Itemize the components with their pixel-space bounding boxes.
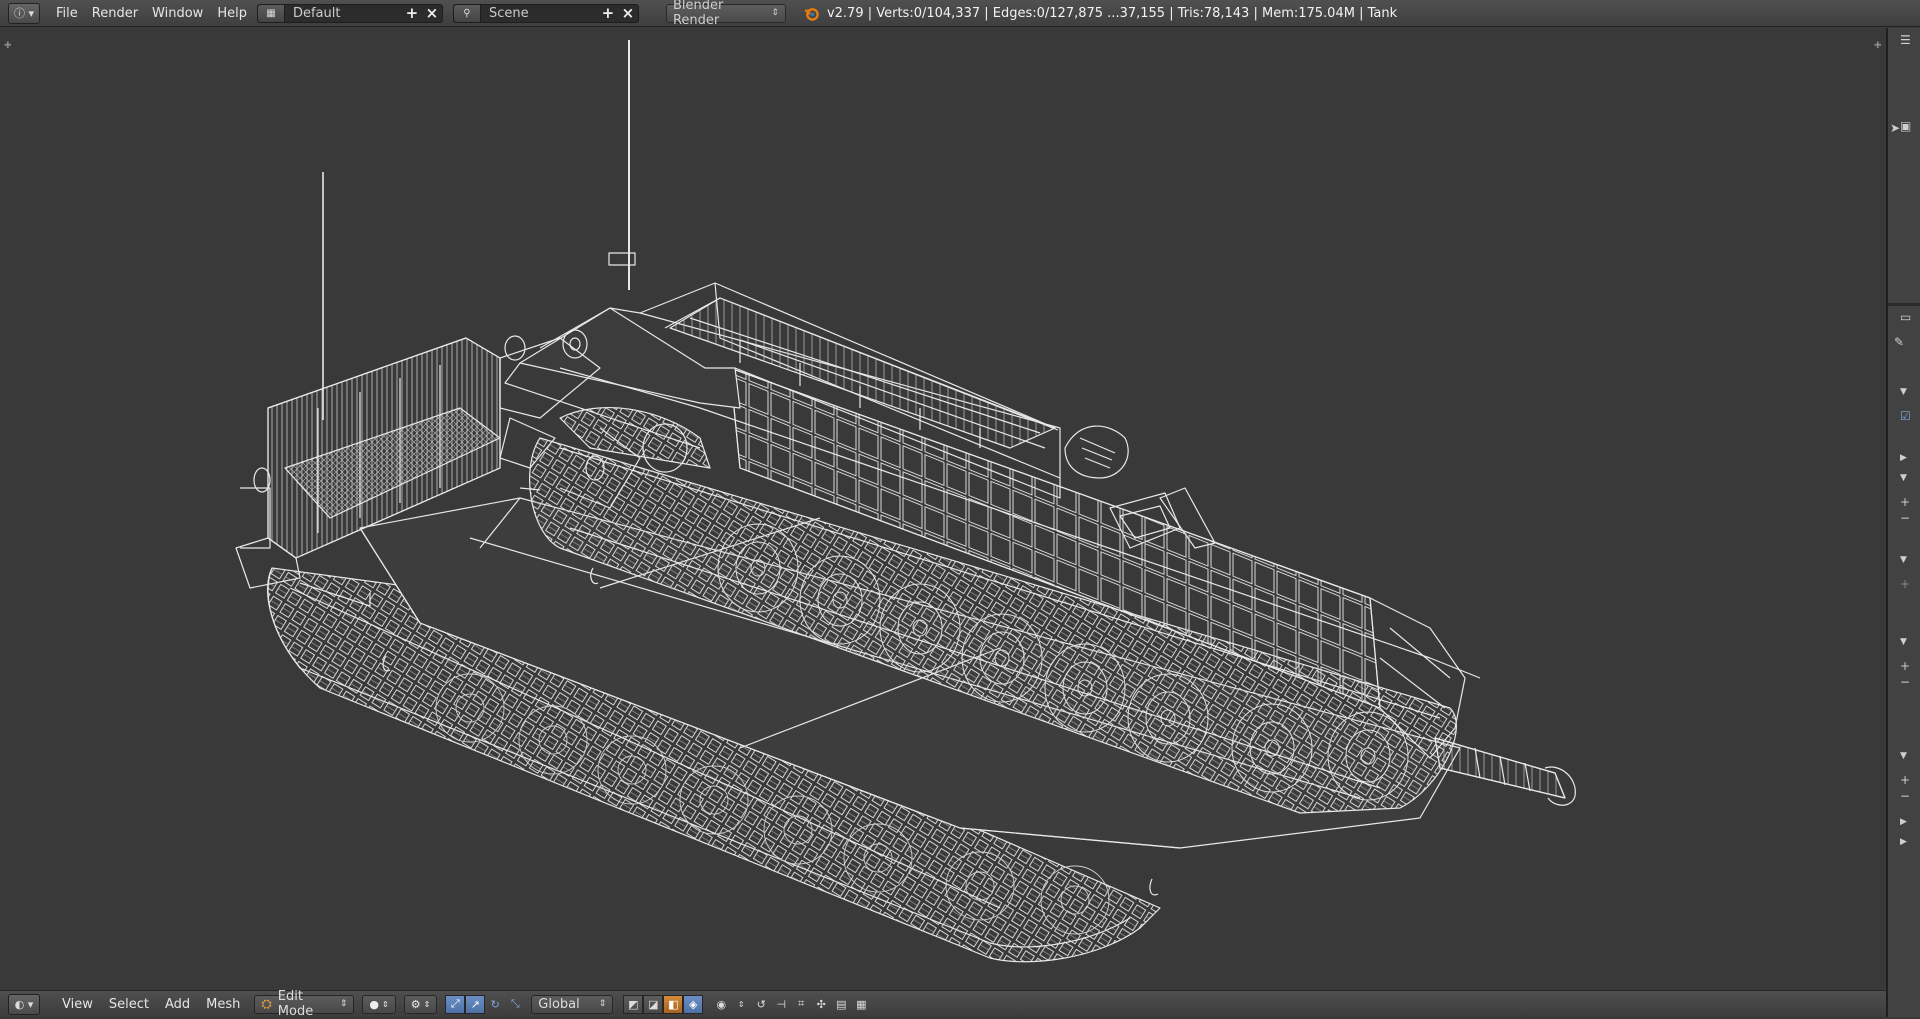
edit-mode-icon: ⛭ <box>261 996 272 1012</box>
rotate-icon[interactable]: ↻ <box>485 995 505 1014</box>
camera-icon[interactable]: ▣ <box>1900 120 1911 132</box>
limit-selection-icon[interactable]: ◈ <box>683 994 704 1014</box>
menu-mesh[interactable]: Mesh <box>206 997 240 1012</box>
add-scene-icon[interactable]: + <box>598 4 618 22</box>
info-editor-type-icon[interactable]: ⓘ ▾ <box>8 2 40 24</box>
expand-triangle-icon[interactable]: ▼ <box>1900 636 1907 648</box>
remove-scene-icon[interactable]: × <box>618 4 638 22</box>
snap-tools: ◉ ⇕ ↺ ⊣ ⌗ ✣ ▤ ▦ <box>711 995 871 1014</box>
plus-icon[interactable]: + <box>1900 578 1910 590</box>
plus-icon[interactable]: + <box>1900 660 1910 672</box>
screen-layout-name[interactable]: Default <box>285 6 402 21</box>
menu-add[interactable]: Add <box>165 997 190 1012</box>
expand-triangle-icon[interactable]: ▼ <box>1900 554 1907 566</box>
minus-icon[interactable]: − <box>1900 790 1910 802</box>
tank-wireframe-mesh[interactable] <box>0 28 1886 990</box>
loop-icon[interactable]: ↺ <box>751 995 771 1014</box>
menu-file[interactable]: File <box>56 6 78 21</box>
3d-view-header: ◐ ▾ View Select Add Mesh ⛭ Edit Mode ⇕ ●… <box>0 989 1886 1019</box>
render-preview-icon[interactable]: ▤ <box>831 995 851 1014</box>
scene-icon[interactable]: ⚲ <box>453 4 481 22</box>
manipulator-toggles: ⤢ ↗ ↻ ⤡ <box>445 994 525 1014</box>
pivot-icon: ⚙ <box>410 997 421 1011</box>
minus-icon[interactable]: − <box>1900 512 1910 524</box>
render-engine-label: Blender Render <box>672 0 724 28</box>
solid-sphere-icon: ● <box>369 997 379 1011</box>
properties-region: ☰ ➤ ▣ ▭ ✎ ▼ ☑ ▶ ▼ + − ▼ + ▼ + − ▼ + − ▶ … <box>1886 28 1920 1017</box>
mouse-cursor-icon: ➤ <box>1890 121 1901 135</box>
chevron-updown-icon: ⇕ <box>598 999 607 1009</box>
menu-select[interactable]: Select <box>109 997 149 1012</box>
menu-render[interactable]: Render <box>92 6 138 21</box>
mirror-icon[interactable]: ⊣ <box>771 995 791 1014</box>
menu-view[interactable]: View <box>62 997 93 1012</box>
render-engine-dropdown[interactable]: Blender Render ⇕ <box>665 0 786 28</box>
add-layout-icon[interactable]: + <box>402 4 422 22</box>
snap-icon[interactable]: ⌗ <box>791 995 811 1014</box>
scene-statistics: v2.79 | Verts:0/104,337 | Edges:0/127,87… <box>804 6 1397 21</box>
expand-triangle-icon[interactable]: ▼ <box>1900 472 1907 484</box>
plus-icon[interactable]: + <box>1900 496 1910 508</box>
region-divider[interactable] <box>1888 303 1920 306</box>
pivot-point-dropdown[interactable]: ⚙ ⇕ <box>403 994 438 1014</box>
remove-layout-icon[interactable]: × <box>422 4 442 22</box>
snap-target-icon[interactable]: ✣ <box>811 995 831 1014</box>
proportional-edit-icon[interactable]: ◉ <box>711 995 731 1014</box>
transform-orientation-label: Global <box>538 996 580 1012</box>
chevron-updown-icon: ⇕ <box>339 999 348 1009</box>
collapse-triangle-icon[interactable]: ▶ <box>1900 816 1907 828</box>
interaction-mode-label: Edit Mode <box>277 989 314 1019</box>
outliner-icon[interactable]: ☰ <box>1900 34 1911 46</box>
face-select-icon[interactable]: ◧ <box>663 994 684 1014</box>
edge-select-icon[interactable]: ◪ <box>643 994 664 1014</box>
blender-logo-icon <box>804 7 819 21</box>
scene-selector[interactable]: ⚲ Scene + × <box>452 3 639 23</box>
chevron-updown-icon: ⇕ <box>423 999 431 1009</box>
translate-icon[interactable]: ↗ <box>465 994 486 1014</box>
scale-icon[interactable]: ⤡ <box>505 995 525 1014</box>
viewport-shading-dropdown[interactable]: ● ⇕ <box>362 994 396 1014</box>
screen-layout-selector[interactable]: ▦ Default + × <box>256 3 443 23</box>
vertex-select-icon[interactable]: ◩ <box>623 994 644 1014</box>
layer-buttons: ◩ ◪ ◧ ◈ <box>623 994 704 1014</box>
checkbox-icon[interactable]: ☑ <box>1900 410 1911 422</box>
minus-icon[interactable]: − <box>1900 676 1910 688</box>
collapse-triangle-icon[interactable]: ▶ <box>1900 836 1907 848</box>
manipulator-toggle-icon[interactable]: ⤢ <box>445 994 466 1014</box>
plus-icon[interactable]: + <box>1900 774 1910 786</box>
wrench-icon[interactable]: ✎ <box>1894 336 1904 348</box>
screen-layout-icon[interactable]: ▦ <box>257 4 285 22</box>
chevron-updown-icon: ⇕ <box>381 999 389 1009</box>
info-header: ⓘ ▾ File Render Window Help ▦ Default + … <box>0 0 1920 28</box>
clapboard-icon[interactable]: ▦ <box>851 995 871 1014</box>
3d-viewport[interactable]: ✚ ✚ <box>0 28 1886 990</box>
interaction-mode-dropdown[interactable]: ⛭ Edit Mode ⇕ <box>254 989 355 1019</box>
menu-window[interactable]: Window <box>152 6 203 21</box>
collapse-triangle-icon[interactable]: ▶ <box>1900 452 1907 464</box>
3d-view-editor-type-icon[interactable]: ◐ ▾ <box>8 993 40 1015</box>
expand-triangle-icon[interactable]: ▼ <box>1900 386 1907 398</box>
statistics-text: v2.79 | Verts:0/104,337 | Edges:0/127,87… <box>826 5 1398 21</box>
chevron-updown-icon: ⇕ <box>771 8 779 18</box>
chevron-updown-icon[interactable]: ⇕ <box>731 995 751 1014</box>
transform-orientation-dropdown[interactable]: Global ⇕ <box>531 994 614 1014</box>
menu-help[interactable]: Help <box>217 6 247 21</box>
expand-triangle-icon[interactable]: ▼ <box>1900 750 1907 762</box>
properties-icon[interactable]: ▭ <box>1900 311 1911 323</box>
scene-name[interactable]: Scene <box>481 6 598 21</box>
